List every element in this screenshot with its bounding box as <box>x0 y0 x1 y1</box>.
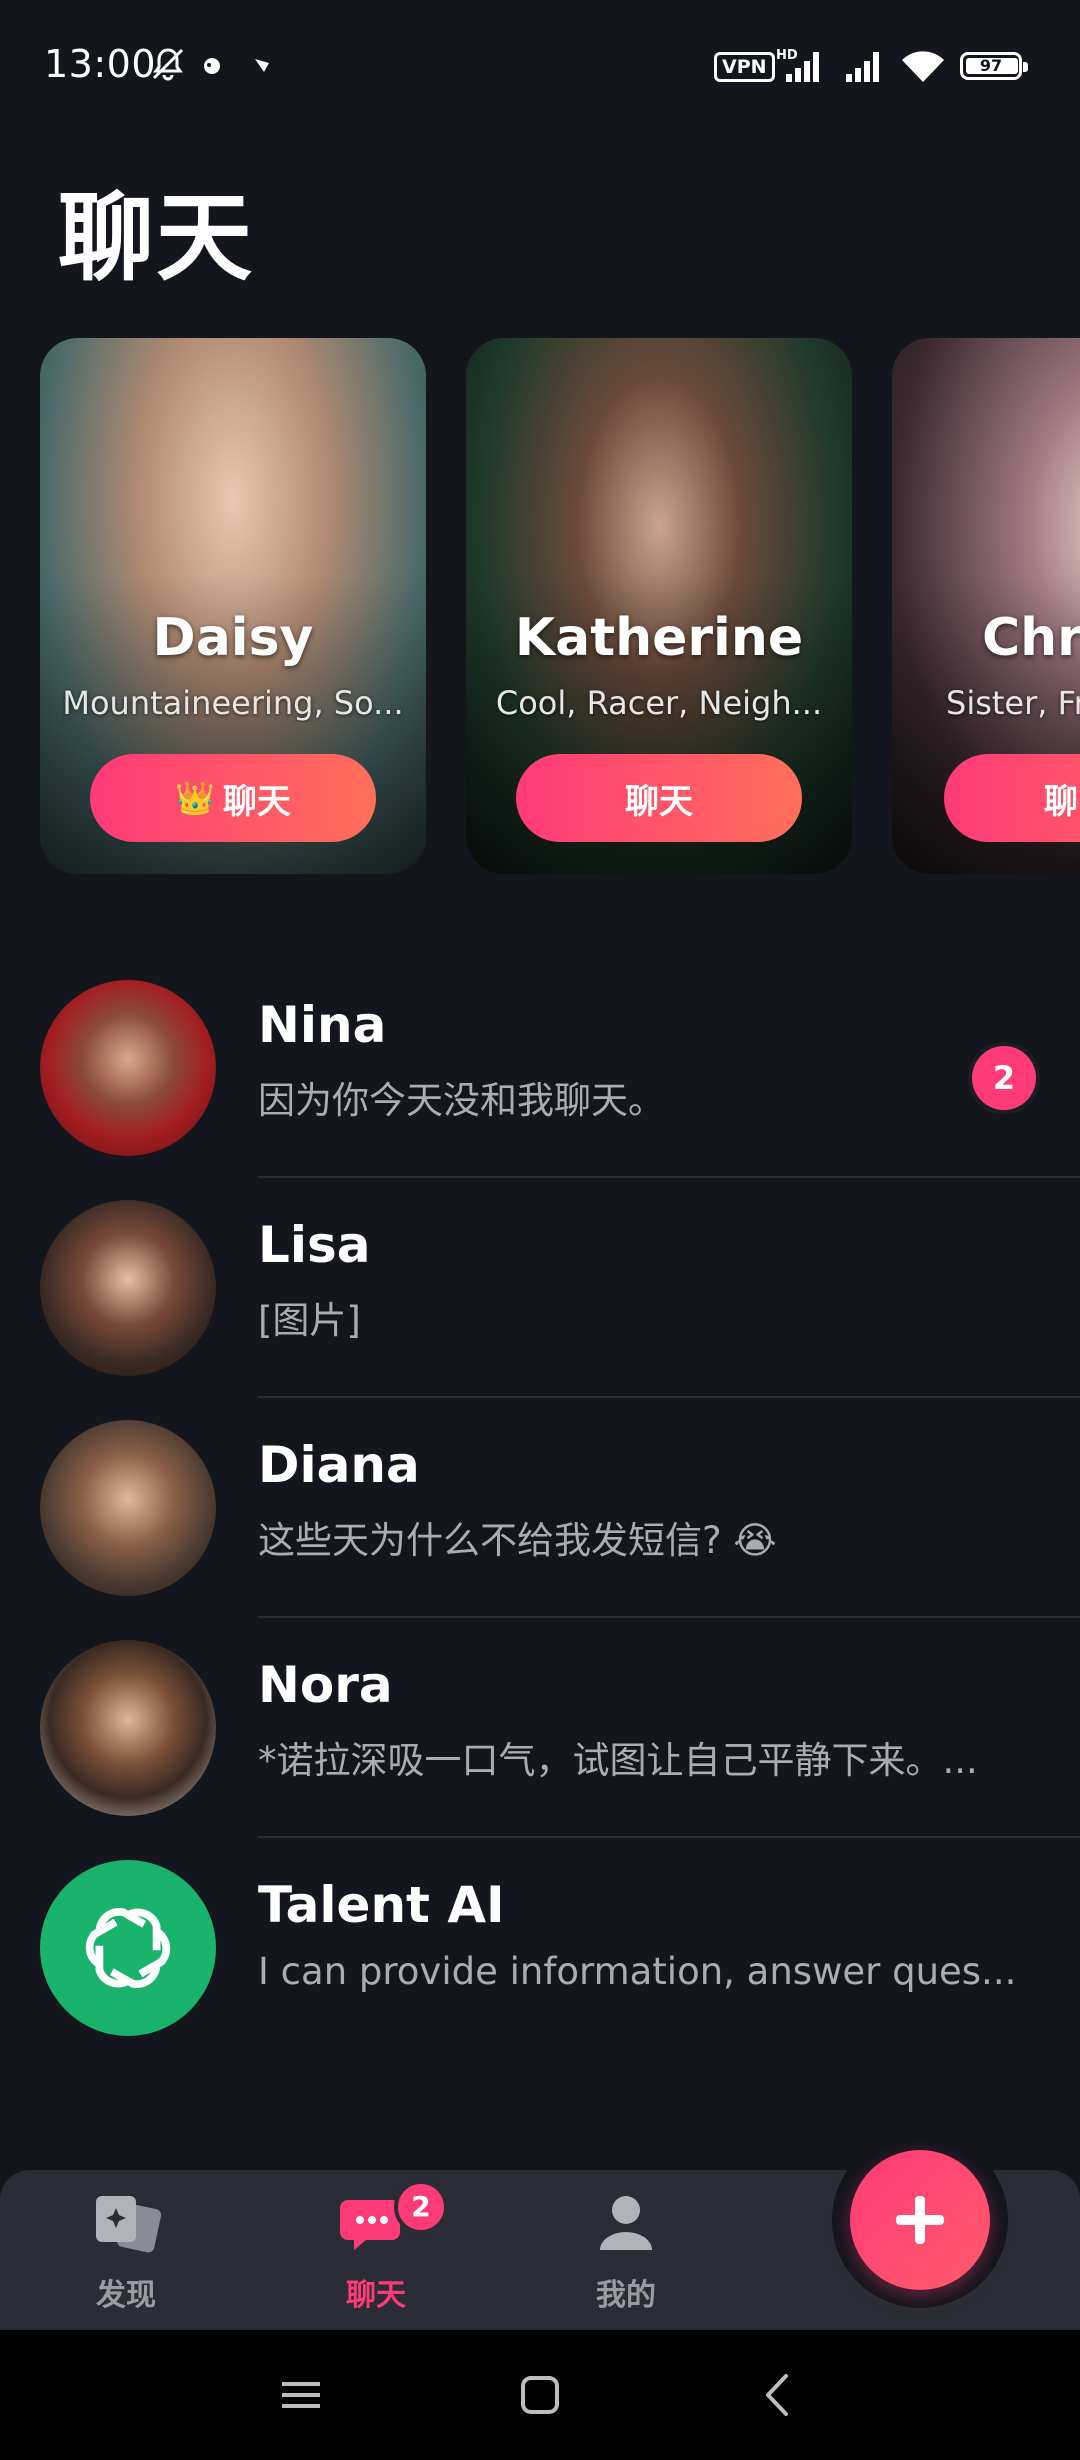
home-icon[interactable] <box>505 2360 575 2430</box>
contact-name: Talent AI <box>258 1876 505 1934</box>
status-time: 13:00 <box>44 42 157 86</box>
card-chat-label: 聊天 <box>625 781 693 822</box>
discover-icon <box>96 2196 162 2253</box>
contact-name: Lisa <box>258 1216 371 1274</box>
card-name: Daisy <box>152 608 314 668</box>
conversation-row-nora[interactable]: Nora *诺拉深吸一口气，试图让自己平静下来。... <box>0 1618 1080 1838</box>
contact-name: Diana <box>258 1436 420 1494</box>
crown-icon: 👑 <box>175 779 215 817</box>
conversation-row-diana[interactable]: Diana 这些天为什么不给我发短信? 😭 <box>0 1398 1080 1618</box>
system-navigation-bar <box>0 2330 1080 2460</box>
notification-icon <box>255 59 269 72</box>
featured-card-katherine[interactable]: Katherine Cool, Racer, Neigh... 聊天 <box>466 338 852 874</box>
card-chat-button[interactable]: 👑 聊天 <box>90 754 376 842</box>
tab-discover[interactable]: 发现 <box>36 2170 216 2330</box>
message-preview: 这些天为什么不给我发短信? 😭 <box>258 1519 777 1562</box>
message-preview: I can provide information, answer ques..… <box>258 1950 1017 1993</box>
avatar <box>40 1640 216 1816</box>
featured-card-chri[interactable]: Chri Sister, Fr 聊 <box>892 338 1080 874</box>
vpn-indicator: VPN <box>714 52 775 82</box>
card-chat-label: 聊 <box>1044 781 1078 822</box>
card-chat-button[interactable]: 聊天 <box>516 754 802 842</box>
battery-level: 97 <box>979 56 1003 75</box>
wifi-icon <box>902 51 944 82</box>
menu-icon[interactable] <box>266 2360 336 2430</box>
status-bar: 13:00 VPN HD 97 <box>0 0 1080 130</box>
message-preview: [图片] <box>258 1299 361 1342</box>
conversation-row-nina[interactable]: Nina 因为你今天没和我聊天。 2 <box>0 958 1080 1178</box>
card-name: Katherine <box>514 608 804 668</box>
battery-icon: 97 <box>960 52 1028 80</box>
add-button[interactable] <box>850 2150 990 2290</box>
contact-name: Nora <box>258 1656 393 1714</box>
message-preview: *诺拉深吸一口气，试图让自己平静下来。... <box>258 1739 978 1782</box>
back-icon[interactable] <box>744 2360 814 2430</box>
tab-me-label: 我的 <box>596 2278 656 2313</box>
contact-name: Nina <box>258 996 387 1054</box>
chat-unread-badge: 2 <box>394 2180 448 2234</box>
person-icon <box>600 2196 652 2250</box>
avatar <box>40 1420 216 1596</box>
notification-icon <box>204 58 220 74</box>
conversation-row-lisa[interactable]: Lisa [图片] <box>0 1178 1080 1398</box>
plus-icon <box>896 2196 944 2244</box>
avatar <box>40 980 216 1156</box>
ai-knot-icon <box>85 1907 171 1989</box>
avatar <box>40 1200 216 1376</box>
message-preview: 因为你今天没和我聊天。 <box>258 1079 665 1122</box>
tab-discover-label: 发现 <box>96 2278 156 2313</box>
page-title: 聊天 <box>58 182 254 294</box>
signal-icon <box>846 52 879 82</box>
conversation-row-talent-ai[interactable]: Talent AI I can provide information, ans… <box>0 1838 1080 2058</box>
signal-icon <box>786 52 819 82</box>
card-name: Chri <box>982 608 1080 668</box>
featured-card-daisy[interactable]: Daisy Mountaineering, So... 👑 聊天 <box>40 338 426 874</box>
card-chat-button[interactable]: 聊 <box>944 754 1080 842</box>
featured-carousel[interactable]: Daisy Mountaineering, So... 👑 聊天 Katheri… <box>0 338 1080 874</box>
card-tags: Cool, Racer, Neigh... <box>495 684 823 722</box>
bell-off-icon <box>152 48 184 81</box>
tab-chat-label: 聊天 <box>346 2278 406 2313</box>
card-tags: Sister, Fr <box>946 684 1080 722</box>
card-tags: Mountaineering, So... <box>62 684 404 722</box>
unread-badge: 2 <box>972 1046 1036 1110</box>
card-chat-label: 聊天 <box>222 781 291 822</box>
tab-chat[interactable]: 2 聊天 <box>286 2170 466 2330</box>
openai-logo-icon <box>40 1860 216 2036</box>
tab-me[interactable]: 我的 <box>536 2170 716 2330</box>
